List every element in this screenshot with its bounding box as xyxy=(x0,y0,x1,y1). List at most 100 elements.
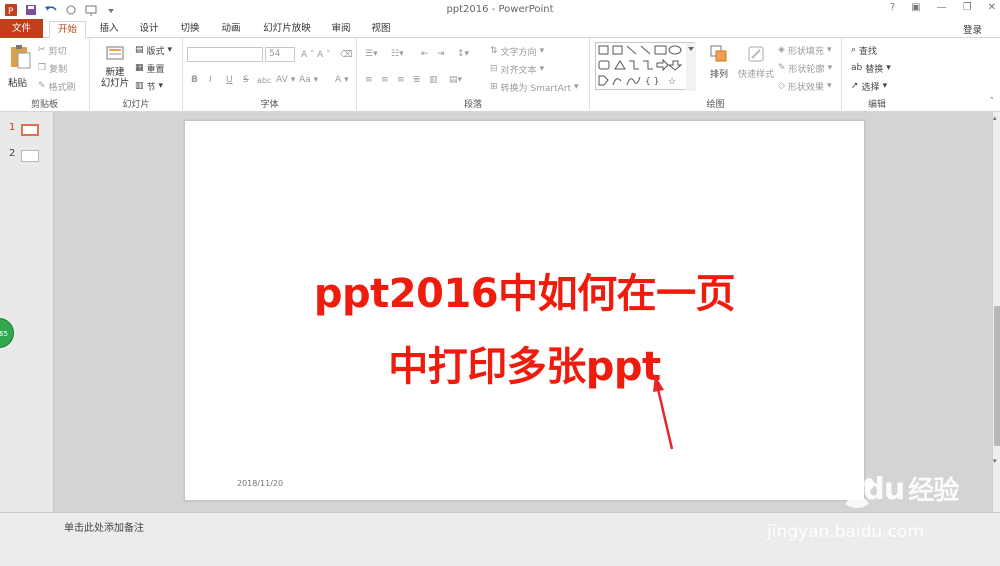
line-spacing-button[interactable]: ↕▾ xyxy=(457,47,469,61)
title-bar: P ppt2016 - PowerPoint ? ▣ — ❐ ✕ xyxy=(0,0,1000,19)
shapes-gallery-icon: { } ☆ xyxy=(598,43,696,91)
slide-thumbnail-1[interactable] xyxy=(21,124,39,136)
shapes-gallery[interactable]: { } ☆ xyxy=(595,42,696,91)
align-right-button[interactable]: ≡ xyxy=(397,73,405,87)
side-badge[interactable]: 65 xyxy=(0,318,14,348)
scroll-up-icon[interactable]: ▴ xyxy=(993,114,997,122)
arrange-button[interactable]: 排列 xyxy=(703,44,735,80)
paste-button[interactable]: 粘贴 xyxy=(8,44,32,94)
vertical-scrollbar[interactable]: ▴ ▾ xyxy=(992,112,1000,512)
editing-group: ⌕ 查找 ab 替换 ▾ ➚ 选择 ▾ 编辑 xyxy=(842,38,912,112)
format-painter-button[interactable]: ✎ 格式刷 xyxy=(38,79,76,93)
shape-outline-button[interactable]: ✎ 形状轮廓 ▾ xyxy=(778,61,832,75)
tab-insert[interactable]: 插入 xyxy=(94,21,124,38)
effects-icon: ◇ xyxy=(778,81,785,91)
quick-styles-icon xyxy=(748,46,764,62)
strikethrough-button[interactable]: S xyxy=(243,73,249,87)
find-button[interactable]: ⌕ 查找 xyxy=(851,43,877,57)
slide-thumbnails-panel: 1 2 65 xyxy=(0,112,54,512)
help-button[interactable]: ? xyxy=(890,2,895,13)
new-slide-icon xyxy=(106,46,124,60)
columns-button[interactable]: ▤▾ xyxy=(449,73,462,87)
baidu-logo: Bai du 经验 xyxy=(773,472,959,507)
text-direction-icon: ⇅ xyxy=(490,46,498,56)
tab-view[interactable]: 视图 xyxy=(366,21,396,38)
notes-placeholder[interactable]: 单击此处添加备注 xyxy=(64,519,144,534)
tab-transitions[interactable]: 切换 xyxy=(175,21,205,38)
font-color-button[interactable]: A ▾ xyxy=(335,73,349,87)
shape-fill-button[interactable]: ◈ 形状填充 ▾ xyxy=(778,43,831,57)
clear-format-icon[interactable]: ⌫ xyxy=(340,48,353,62)
select-button[interactable]: ➚ 选择 ▾ xyxy=(851,79,887,93)
svg-text:{ }: { } xyxy=(645,77,659,87)
current-slide[interactable]: ppt2016中如何在一页 中打印多张ppt 2018/11/20 xyxy=(184,120,865,501)
slide-date[interactable]: 2018/11/20 xyxy=(237,479,283,488)
slide-thumbnail-2[interactable] xyxy=(21,150,39,162)
align-center-button[interactable]: ≡ xyxy=(381,73,389,87)
shrink-font-button[interactable]: A ˅ xyxy=(317,48,331,62)
font-name-input[interactable] xyxy=(187,47,263,62)
char-spacing-button[interactable]: AV ▾ xyxy=(276,73,295,87)
tab-home[interactable]: 开始 xyxy=(49,21,86,39)
tab-design[interactable]: 设计 xyxy=(134,21,164,38)
layout-icon: ▤ xyxy=(135,45,144,55)
replace-icon: ab xyxy=(851,63,863,73)
editing-group-label: 编辑 xyxy=(867,100,886,110)
section-icon: ▥ xyxy=(135,81,144,91)
smartart-button[interactable]: ⊞ 转换为 SmartArt ▾ xyxy=(490,80,579,94)
cut-button[interactable]: ✂ 剪切 xyxy=(38,43,67,57)
copy-button[interactable]: ❐ 复制 xyxy=(38,61,67,75)
drawing-group-label: 绘图 xyxy=(706,100,725,110)
replace-button[interactable]: ab 替换 ▾ xyxy=(851,61,891,75)
baidu-watermark: Bai du 经验 jingyan.baidu.com xyxy=(765,462,1000,566)
increase-indent-button[interactable]: ⇥ xyxy=(437,47,445,61)
underline-button[interactable]: U xyxy=(226,73,233,87)
ribbon-tabs: 文件 开始 插入 设计 切换 动画 幻灯片放映 审阅 视图 登录 xyxy=(0,19,1000,39)
align-left-button[interactable]: ≡ xyxy=(365,73,373,87)
justify-button[interactable]: ≣ xyxy=(413,73,421,87)
ribbon-display-button[interactable]: ▣ xyxy=(911,2,920,13)
scrollbar-thumb[interactable] xyxy=(994,306,1000,446)
reset-button[interactable]: ▦ 重置 xyxy=(135,61,165,75)
bold-button[interactable]: B xyxy=(191,73,198,87)
clipboard-group: 粘贴 ✂ 剪切 ❐ 复制 ✎ 格式刷 剪贴板 xyxy=(0,38,90,112)
window-controls: ? ▣ — ❐ ✕ xyxy=(890,2,996,13)
clipboard-group-label: 剪贴板 xyxy=(30,100,58,110)
decrease-indent-button[interactable]: ⇤ xyxy=(421,47,429,61)
login-link[interactable]: 登录 xyxy=(963,22,982,36)
minimize-button[interactable]: — xyxy=(937,2,947,13)
window-title: ppt2016 - PowerPoint xyxy=(446,4,554,15)
slide-title-line-2[interactable]: 中打印多张ppt xyxy=(185,334,864,392)
thumbnail-number: 2 xyxy=(9,148,16,159)
layout-button[interactable]: ▤ 版式 ▾ xyxy=(135,43,172,57)
font-size-input[interactable]: 54 xyxy=(265,47,295,62)
shape-effects-button[interactable]: ◇ 形状效果 ▾ xyxy=(778,79,831,93)
tab-animations[interactable]: 动画 xyxy=(216,21,246,38)
grow-font-button[interactable]: A ˄ xyxy=(301,48,315,62)
text-direction-button[interactable]: ⇅ 文字方向 ▾ xyxy=(490,44,544,58)
close-button[interactable]: ✕ xyxy=(988,2,996,13)
collapse-ribbon-icon[interactable]: ˄ xyxy=(990,97,995,107)
italic-button[interactable]: I xyxy=(209,73,212,87)
distribute-button[interactable]: ▥ xyxy=(429,73,438,87)
change-case-button[interactable]: Aa ▾ xyxy=(299,73,318,87)
section-button[interactable]: ▥ 节 ▾ xyxy=(135,79,163,93)
align-text-button[interactable]: ⊟ 对齐文本 ▾ xyxy=(490,62,544,76)
new-slide-button[interactable]: 新建 幻灯片 xyxy=(94,44,136,94)
quick-styles-button[interactable]: 快速样式 xyxy=(735,44,777,80)
restore-button[interactable]: ❐ xyxy=(963,2,972,13)
tab-review[interactable]: 审阅 xyxy=(326,21,356,38)
numbering-button[interactable]: ☷▾ xyxy=(391,47,404,61)
paragraph-group: ☰▾ ☷▾ ⇤ ⇥ ↕▾ ⇅ 文字方向 ▾ ⊟ 对齐文本 ▾ ⊞ 转换为 SmartArt… xyxy=(357,38,590,112)
tab-slideshow[interactable]: 幻灯片放映 xyxy=(257,21,317,38)
brush-icon: ✎ xyxy=(38,81,46,91)
bullets-button[interactable]: ☰▾ xyxy=(365,47,378,61)
slides-group-label: 幻灯片 xyxy=(122,100,150,110)
drawing-group: { } ☆ 排列 快速样式 ◈ 形状填充 ▾ ✎ 形状轮廓 ▾ ◇ 形状效果 ▾ 绘图 xyxy=(590,38,842,112)
font-group-label: 字体 xyxy=(260,100,279,110)
arrange-icon xyxy=(710,45,727,62)
tab-file[interactable]: 文件 xyxy=(0,19,43,38)
slide-title-line-1[interactable]: ppt2016中如何在一页 xyxy=(185,261,864,319)
font-group: 54 A ˄ A ˅ ⌫ B I U S abc AV ▾ Aa ▾ A ▾ 字体 xyxy=(183,38,357,112)
shadow-button[interactable]: abc xyxy=(257,73,271,87)
